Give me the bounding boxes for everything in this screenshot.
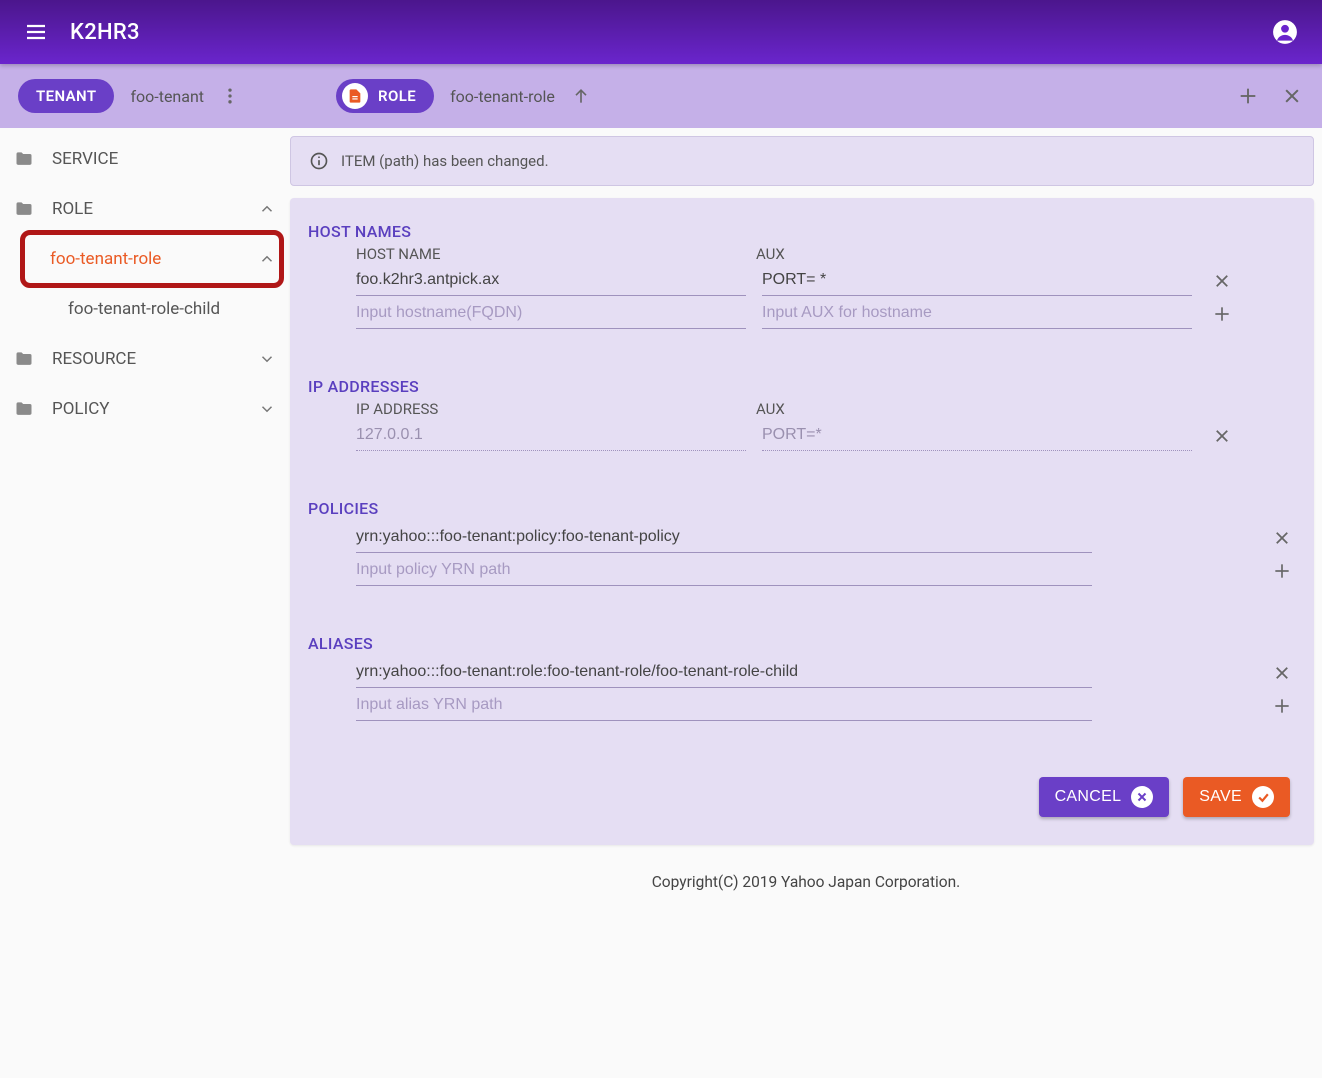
sidebar: SERVICE ROLE foo-tenant-role foo-tenant-…	[0, 128, 290, 901]
section-title-aliases: ALIASES	[308, 634, 1296, 653]
user-icon[interactable]	[1272, 19, 1298, 45]
section-title-hostnames: HOST NAMES	[308, 222, 1296, 241]
role-chip-label: ROLE	[378, 87, 416, 105]
alias-new-input[interactable]	[356, 690, 1092, 721]
chevron-down-icon	[258, 400, 276, 418]
delete-icon[interactable]	[1268, 529, 1296, 547]
folder-icon	[14, 149, 34, 169]
sidebar-item-label: foo-tenant-role-child	[68, 299, 220, 319]
app-header: K2HR3	[0, 0, 1322, 64]
folder-icon	[14, 349, 34, 369]
notice-text: ITEM (path) has been changed.	[341, 152, 549, 170]
tenant-more-icon[interactable]	[220, 86, 240, 106]
delete-icon[interactable]	[1268, 664, 1296, 682]
sidebar-item-role[interactable]: ROLE	[0, 184, 290, 234]
column-header-host: HOST NAME	[356, 245, 756, 263]
column-header-aux: AUX	[756, 400, 1296, 418]
notice-bar: ITEM (path) has been changed.	[290, 136, 1314, 186]
sidebar-item-label: RESOURCE	[52, 349, 258, 369]
delete-icon[interactable]	[1208, 272, 1236, 290]
delete-icon[interactable]	[1208, 427, 1236, 445]
chevron-down-icon	[258, 350, 276, 368]
sidebar-item-label: POLICY	[52, 399, 258, 419]
edit-panel: HOST NAMES HOST NAME AUX IP ADDRESSES IP…	[290, 198, 1314, 845]
sidebar-item-service[interactable]: SERVICE	[0, 134, 290, 184]
info-icon	[309, 151, 329, 171]
tenant-name: foo-tenant	[130, 87, 204, 106]
up-icon[interactable]	[571, 86, 591, 106]
app-title: K2HR3	[70, 20, 140, 45]
hostname-new-input[interactable]	[356, 298, 746, 329]
policy-new-input[interactable]	[356, 555, 1092, 586]
role-chip[interactable]: ROLE	[336, 79, 434, 113]
path-bar: TENANT foo-tenant ROLE foo-tenant-role	[0, 64, 1322, 128]
close-icon[interactable]	[1280, 84, 1304, 108]
sidebar-item-policy[interactable]: POLICY	[0, 384, 290, 434]
ip-aux-input	[762, 420, 1192, 451]
selected-highlight: foo-tenant-role	[0, 234, 290, 284]
cancel-button[interactable]: CANCEL	[1039, 777, 1170, 817]
policy-row	[308, 522, 1296, 553]
role-name: foo-tenant-role	[450, 87, 555, 106]
chevron-up-icon	[258, 250, 276, 268]
chevron-up-icon	[258, 200, 276, 218]
add-icon[interactable]	[1268, 696, 1296, 716]
sidebar-item-label: foo-tenant-role	[50, 249, 258, 269]
section-title-ips: IP ADDRESSES	[308, 377, 1296, 396]
policy-new-row	[308, 555, 1296, 586]
alias-row	[308, 657, 1296, 688]
column-header-ip: IP ADDRESS	[356, 400, 756, 418]
sidebar-item-foo-tenant-role-child[interactable]: foo-tenant-role-child	[0, 284, 290, 334]
sidebar-item-foo-tenant-role[interactable]: foo-tenant-role	[0, 234, 290, 284]
ip-input	[356, 420, 746, 451]
role-badge-icon	[342, 83, 368, 109]
policy-input[interactable]	[356, 522, 1092, 553]
hostname-row	[308, 265, 1296, 296]
tenant-chip[interactable]: TENANT	[18, 79, 114, 113]
hostname-new-aux-input[interactable]	[762, 298, 1192, 329]
alias-input[interactable]	[356, 657, 1092, 688]
folder-icon	[14, 199, 34, 219]
save-button-label: SAVE	[1199, 788, 1242, 806]
section-title-policies: POLICIES	[308, 499, 1296, 518]
save-button[interactable]: SAVE	[1183, 777, 1290, 817]
menu-icon[interactable]	[24, 20, 48, 44]
footer-text: Copyright(C) 2019 Yahoo Japan Corporatio…	[290, 845, 1322, 901]
ip-row	[308, 420, 1296, 451]
add-icon[interactable]	[1208, 304, 1236, 324]
hostname-aux-input[interactable]	[762, 265, 1192, 296]
add-icon[interactable]	[1268, 561, 1296, 581]
add-icon[interactable]	[1236, 84, 1260, 108]
hostname-input[interactable]	[356, 265, 746, 296]
sidebar-item-label: ROLE	[52, 199, 258, 219]
sidebar-item-resource[interactable]: RESOURCE	[0, 334, 290, 384]
main-content: ITEM (path) has been changed. HOST NAMES…	[290, 128, 1322, 901]
alias-new-row	[308, 690, 1296, 721]
cancel-button-label: CANCEL	[1055, 788, 1122, 806]
folder-icon	[14, 399, 34, 419]
cancel-circle-icon	[1131, 786, 1153, 808]
column-header-aux: AUX	[756, 245, 1296, 263]
sidebar-item-label: SERVICE	[52, 149, 276, 169]
hostname-new-row	[308, 298, 1296, 329]
save-check-icon	[1252, 786, 1274, 808]
